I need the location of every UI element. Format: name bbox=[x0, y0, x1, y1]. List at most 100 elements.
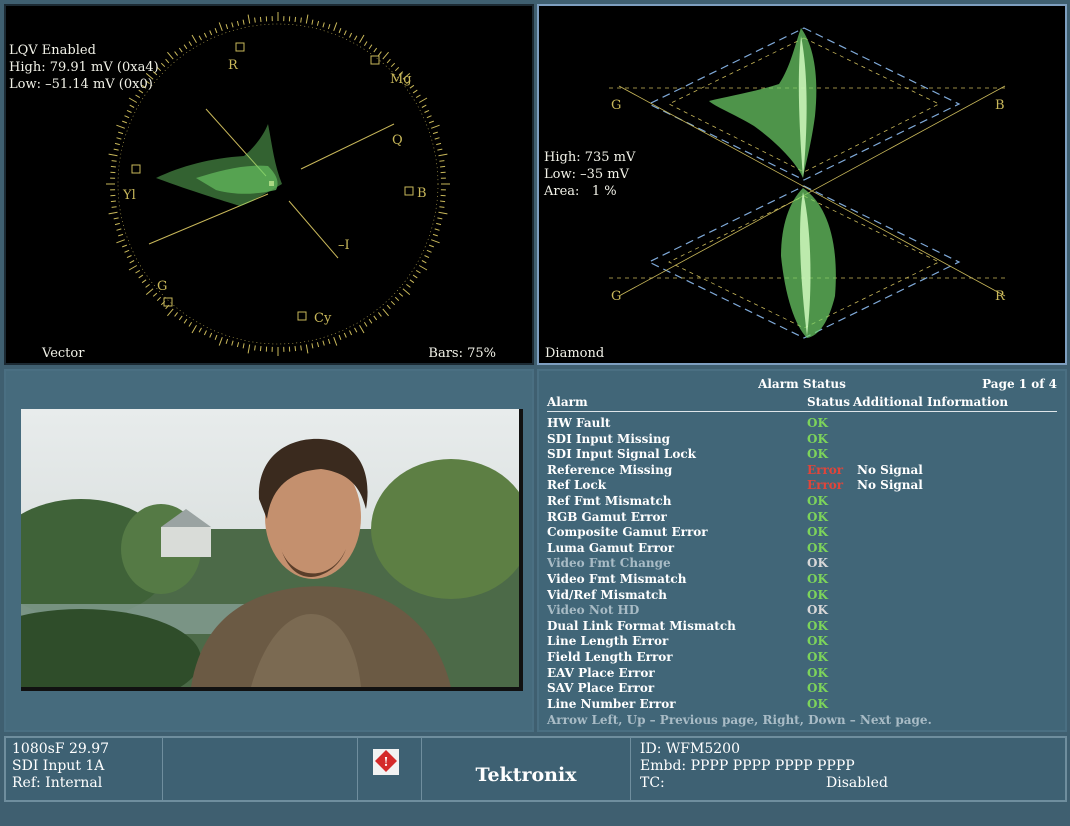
timecode-label: TC: bbox=[640, 775, 665, 791]
graticule-tick bbox=[226, 339, 228, 344]
target-label-yl: Yl bbox=[122, 188, 136, 203]
graticule-tick bbox=[179, 316, 182, 320]
alarm-warning-icon[interactable]: ! bbox=[372, 748, 402, 778]
alarm-status: OK bbox=[807, 634, 828, 648]
graticule-tick bbox=[109, 154, 118, 156]
status-bar: 1080sF 29.97 SDI Input 1A Ref: Internal … bbox=[4, 736, 1067, 802]
alarm-name: Composite Gamut Error bbox=[547, 525, 708, 539]
graticule-tick bbox=[306, 15, 308, 24]
graticule-tick bbox=[355, 36, 357, 40]
alarm-name: Vid/Ref Mismatch bbox=[547, 588, 667, 602]
alarm-status-tile[interactable]: Alarm Status Page 1 of 4 Alarm Status Ad… bbox=[537, 369, 1067, 732]
graticule-tick bbox=[391, 301, 395, 305]
graticule-tick bbox=[312, 343, 313, 348]
graticule-tick bbox=[422, 261, 426, 263]
graticule-tick bbox=[433, 132, 438, 134]
alarm-name: Luma Gamut Error bbox=[547, 541, 674, 555]
graticule-tick bbox=[115, 143, 120, 144]
alarm-status: Error bbox=[807, 478, 843, 492]
graticule-tick bbox=[192, 325, 197, 333]
vector-scope-tile[interactable]: R Mg B Cy G Yl Q –I LQV Enabled High: 79… bbox=[4, 4, 534, 365]
graticule-tick bbox=[204, 33, 206, 38]
graticule-tick bbox=[129, 98, 137, 103]
alarm-status: OK bbox=[807, 681, 828, 695]
alarm-status: OK bbox=[807, 556, 828, 570]
axis-label-q: Q bbox=[392, 133, 403, 148]
graticule-tick bbox=[350, 331, 352, 336]
corner-label-b: B bbox=[995, 98, 1005, 113]
graticule-tick bbox=[219, 22, 222, 30]
graticule-tick bbox=[243, 20, 244, 25]
reference: Ref: Internal bbox=[12, 775, 162, 792]
target-label-mg: Mg bbox=[390, 72, 412, 87]
alarm-status: OK bbox=[807, 510, 828, 524]
graticule-tick bbox=[117, 138, 122, 139]
alarm-status: OK bbox=[807, 572, 828, 586]
graticule-tick bbox=[429, 121, 434, 123]
diamond-label: Diamond bbox=[545, 346, 604, 361]
graticule-tick bbox=[117, 229, 122, 230]
graticule-tick bbox=[427, 250, 432, 252]
alarm-row: Composite Gamut ErrorOK bbox=[547, 525, 1057, 541]
col-status: Status bbox=[807, 395, 850, 409]
graticule-tick bbox=[435, 229, 440, 230]
diamond-low: Low: –35 mV bbox=[544, 166, 635, 183]
graticule-tick bbox=[199, 328, 201, 332]
graticule-tick bbox=[317, 21, 318, 26]
graticule-tick bbox=[167, 52, 173, 59]
alarm-status: OK bbox=[807, 447, 828, 461]
graticule-tick bbox=[157, 297, 161, 301]
alarm-row: Ref Fmt MismatchOK bbox=[547, 494, 1057, 510]
diamond-readout: High: 735 mV Low: –35 mV Area: 1 % bbox=[544, 149, 635, 200]
graticule-tick bbox=[344, 31, 346, 36]
graticule-tick bbox=[427, 116, 432, 118]
graticule-tick bbox=[355, 328, 357, 332]
graticule-tick bbox=[360, 325, 365, 333]
alarm-name: RGB Gamut Error bbox=[547, 510, 667, 524]
alarm-name: HW Fault bbox=[547, 416, 610, 430]
alarm-row: Line Length ErrorOK bbox=[547, 634, 1057, 650]
graticule-tick bbox=[129, 266, 137, 271]
graticule-tick bbox=[175, 312, 178, 316]
timecode: TC: Disabled bbox=[640, 775, 1060, 792]
graticule-tick bbox=[395, 297, 399, 301]
graticule-tick bbox=[334, 22, 337, 30]
graticule-tick bbox=[439, 161, 444, 162]
graticule-tick bbox=[360, 35, 365, 43]
picture-tile[interactable] bbox=[4, 369, 534, 732]
graticule-tick bbox=[237, 342, 238, 347]
alarm-row: Video Not HDOK bbox=[547, 603, 1057, 619]
graticule-tick bbox=[431, 125, 439, 128]
graticule-tick bbox=[440, 166, 445, 167]
graticule-tick bbox=[378, 312, 381, 316]
graticule-tick bbox=[111, 201, 116, 202]
alarm-name: Video Not HD bbox=[547, 603, 639, 617]
graticule-tick bbox=[436, 143, 441, 144]
graticule-tick bbox=[189, 322, 192, 326]
alarm-name: Line Number Error bbox=[547, 697, 676, 711]
video-format: 1080sF 29.97 bbox=[12, 741, 162, 758]
graticule-tick bbox=[226, 24, 228, 29]
target-label-cy: Cy bbox=[314, 311, 332, 326]
target-label-g: G bbox=[157, 279, 167, 294]
graticule-tick bbox=[364, 42, 367, 46]
diamond-scope-tile[interactable]: G B G R High: 735 mV Low: –35 mV Area: 1… bbox=[537, 4, 1067, 365]
graticule-tick bbox=[431, 240, 439, 243]
graticule-tick bbox=[237, 21, 238, 26]
graticule-tick bbox=[161, 63, 165, 66]
alarm-row: Field Length ErrorOK bbox=[547, 650, 1057, 666]
graticule-tick bbox=[416, 95, 420, 98]
video-picture bbox=[21, 409, 523, 691]
graticule-tick bbox=[328, 339, 330, 344]
graticule-tick bbox=[142, 280, 146, 283]
vector-readout: LQV Enabled High: 79.91 mV (0xa4) Low: –… bbox=[9, 42, 159, 93]
alarm-row: EAV Place ErrorOK bbox=[547, 666, 1057, 682]
graticule-tick bbox=[136, 95, 140, 98]
alarm-row: RGB Gamut Error OK bbox=[547, 510, 1057, 526]
graticule-tick bbox=[350, 33, 352, 38]
graticule-tick bbox=[334, 337, 337, 345]
graticule-tick bbox=[260, 346, 261, 351]
lqv-status: LQV Enabled bbox=[9, 42, 159, 59]
graticule-tick bbox=[130, 261, 134, 263]
alarm-name: Ref Fmt Mismatch bbox=[547, 494, 672, 508]
